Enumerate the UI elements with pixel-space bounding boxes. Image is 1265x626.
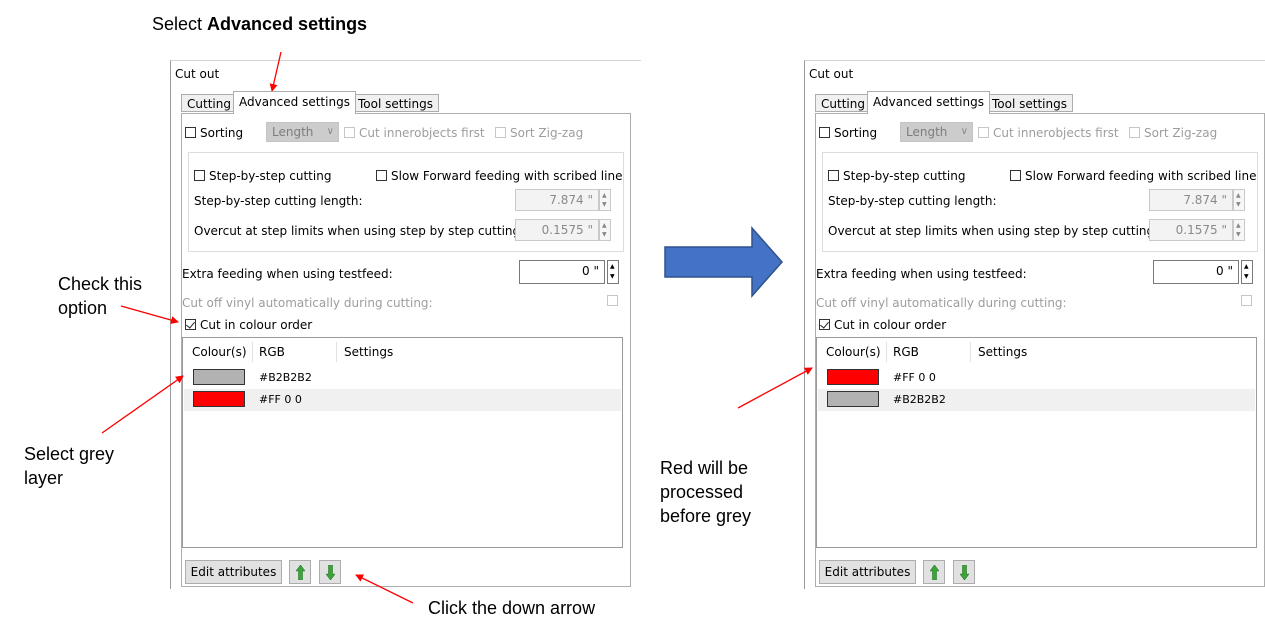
big-right-arrow [664,226,784,298]
arrow-to-grey-row [101,375,184,434]
arrow-to-down-button [355,574,414,604]
tab-advanced-settings[interactable]: Advanced settings [867,91,990,114]
arrow-to-red-row [737,367,813,409]
tab-advanced-settings[interactable]: Advanced settings [233,91,356,114]
arrow-to-colour-order [120,305,179,324]
arrow-to-advanced-tab [269,51,282,92]
annotation-layer [101,51,813,604]
